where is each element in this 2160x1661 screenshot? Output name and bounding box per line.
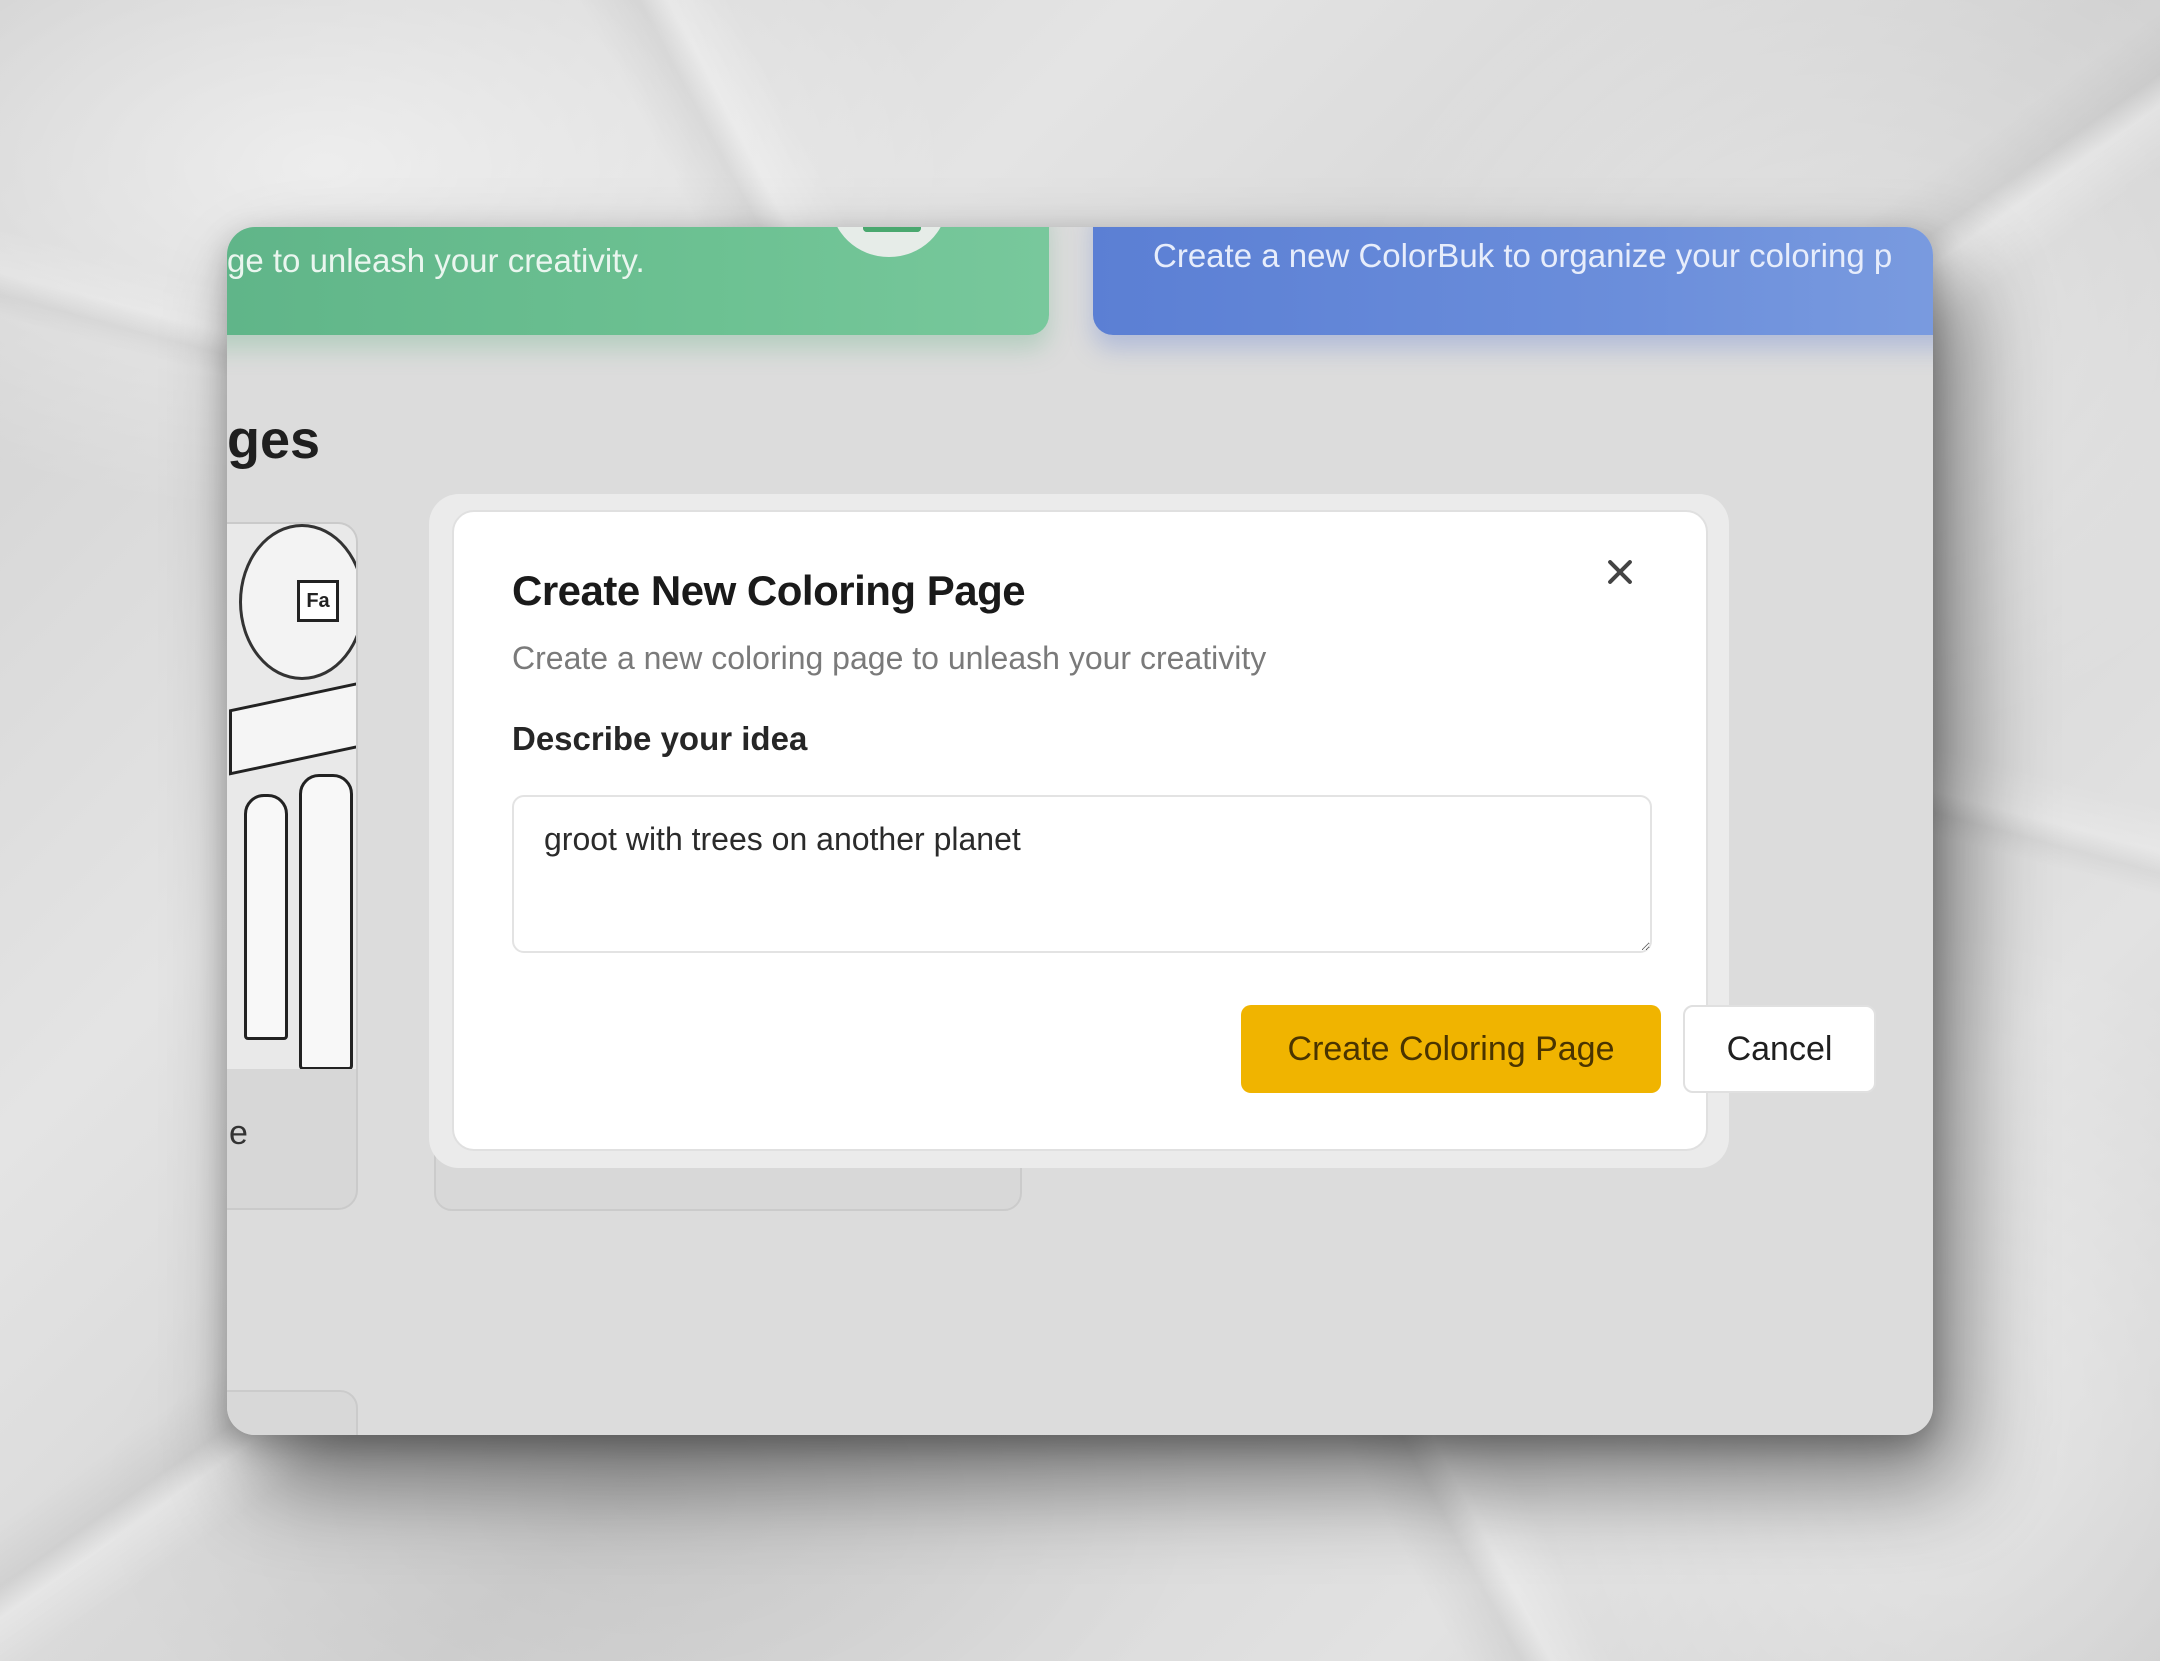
coloring-page-card-caption: e: [229, 1114, 248, 1152]
thumbnail-tent-drawing: [229, 678, 356, 776]
thumbnail-sign: Fa: [297, 580, 339, 622]
create-page-card[interactable]: ge to unleash your creativity.: [227, 227, 1049, 335]
dialog-subtitle: Create a new coloring page to unleash yo…: [512, 640, 1267, 676]
create-page-card-text: ge to unleash your creativity.: [227, 242, 645, 279]
idea-textarea[interactable]: groot with trees on another planet: [512, 795, 1652, 953]
create-page-card-icon-circle: [831, 227, 947, 257]
section-heading: ges: [227, 410, 321, 470]
image-plus-icon: [863, 227, 921, 232]
create-coloring-page-dialog: Create New Coloring Page Create a new co…: [452, 510, 1876, 1151]
background-card: [227, 1390, 358, 1435]
create-colorbuk-card[interactable]: Create a new ColorBuk to organize your c…: [1093, 227, 1933, 335]
coloring-page-thumbnail: Fa: [227, 524, 356, 1069]
thumbnail-person-drawing: [299, 774, 353, 1069]
dialog-title: Create New Coloring Page: [512, 567, 1026, 614]
app-window: ge to unleash your creativity. Create a …: [227, 227, 1933, 1435]
create-colorbuk-card-text: Create a new ColorBuk to organize your c…: [1153, 237, 1893, 274]
thumbnail-person-drawing: [244, 794, 288, 1040]
cancel-button[interactable]: Cancel: [1683, 1005, 1876, 1093]
create-coloring-page-button[interactable]: Create Coloring Page: [1241, 1005, 1661, 1093]
idea-field-label: Describe your idea: [512, 720, 808, 757]
coloring-page-card[interactable]: Fa e: [227, 522, 358, 1210]
close-icon[interactable]: [1600, 552, 1640, 592]
